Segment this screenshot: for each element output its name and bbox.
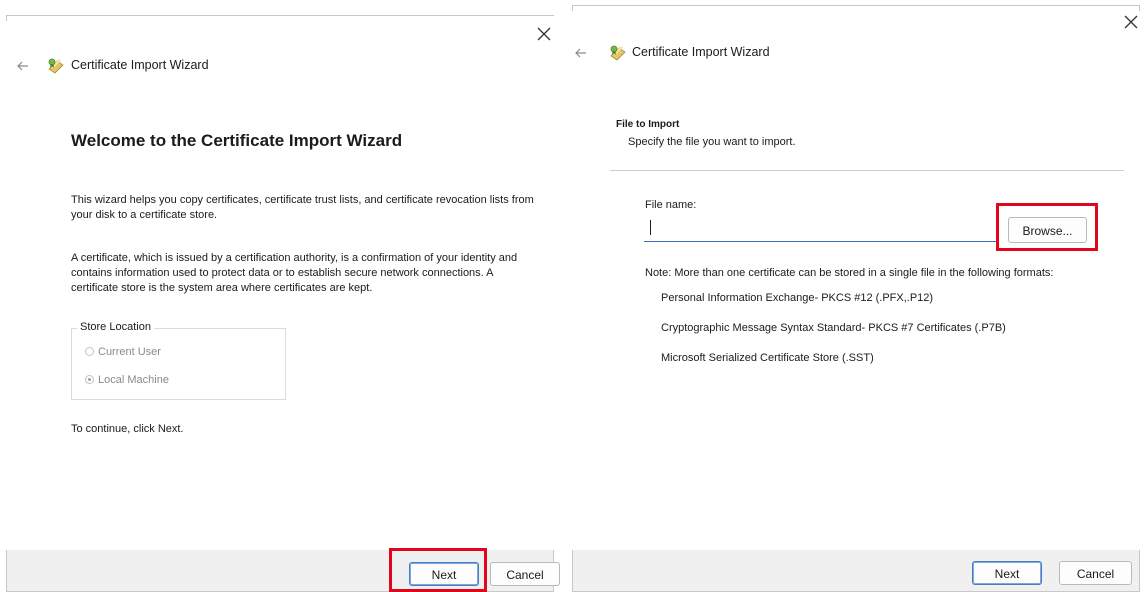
radio-button-checked-icon <box>85 375 94 384</box>
continue-instruction: To continue, click Next. <box>71 423 184 435</box>
cancel-button[interactable]: Cancel <box>490 562 560 586</box>
radio-button-icon <box>85 347 94 356</box>
section-subheading: Specify the file you want to import. <box>628 136 796 148</box>
format-item: Personal Information Exchange- PKCS #12 … <box>661 292 934 304</box>
next-button[interactable]: Next <box>409 562 479 586</box>
description-paragraph: A certificate, which is issued by a cert… <box>71 252 518 294</box>
window-border <box>6 15 7 21</box>
button-bar: Next Cancel <box>6 550 560 592</box>
file-to-import-dialog: Certificate Import Wizard File to Import… <box>569 0 1146 592</box>
certificate-icon <box>608 42 628 62</box>
store-location-group: Store Location Current User Local Machin… <box>71 321 286 400</box>
window-title: Certificate Import Wizard <box>71 58 209 72</box>
file-name-label: File name: <box>645 199 697 211</box>
cancel-button[interactable]: Cancel <box>1059 561 1132 585</box>
intro-paragraph: This wizard helps you copy certificates,… <box>71 194 534 221</box>
close-icon[interactable] <box>1119 10 1143 34</box>
format-item: Microsoft Serialized Certificate Store (… <box>661 352 874 364</box>
format-item: Cryptographic Message Syntax Standard- P… <box>661 322 1006 334</box>
window-border <box>572 5 1140 6</box>
window-title: Certificate Import Wizard <box>632 45 770 59</box>
window-border <box>6 15 554 16</box>
welcome-dialog: Certificate Import Wizard Welcome to the… <box>0 0 560 592</box>
section-heading: File to Import <box>616 119 680 130</box>
store-location-legend: Store Location <box>77 321 154 333</box>
certificate-icon <box>46 55 66 75</box>
page-title: Welcome to the Certificate Import Wizard <box>71 131 403 150</box>
radio-local-machine[interactable]: Local Machine <box>85 374 169 386</box>
radio-label: Local Machine <box>98 374 169 386</box>
next-button[interactable]: Next <box>972 561 1042 585</box>
file-name-input[interactable] <box>644 216 996 242</box>
section-divider <box>610 170 1124 171</box>
back-arrow-icon[interactable] <box>15 58 31 74</box>
radio-current-user[interactable]: Current User <box>85 346 161 358</box>
radio-label: Current User <box>98 346 161 358</box>
back-arrow-icon[interactable] <box>573 45 589 61</box>
wizard-titlebar: Certificate Import Wizard <box>0 55 560 79</box>
window-border <box>572 5 573 11</box>
browse-button[interactable]: Browse... <box>1008 217 1087 243</box>
formats-note: Note: More than one certificate can be s… <box>645 267 1054 279</box>
text-cursor <box>650 220 651 235</box>
close-icon[interactable] <box>532 22 556 46</box>
wizard-titlebar: Certificate Import Wizard <box>569 42 1146 66</box>
button-bar: Next Cancel <box>572 550 1140 592</box>
